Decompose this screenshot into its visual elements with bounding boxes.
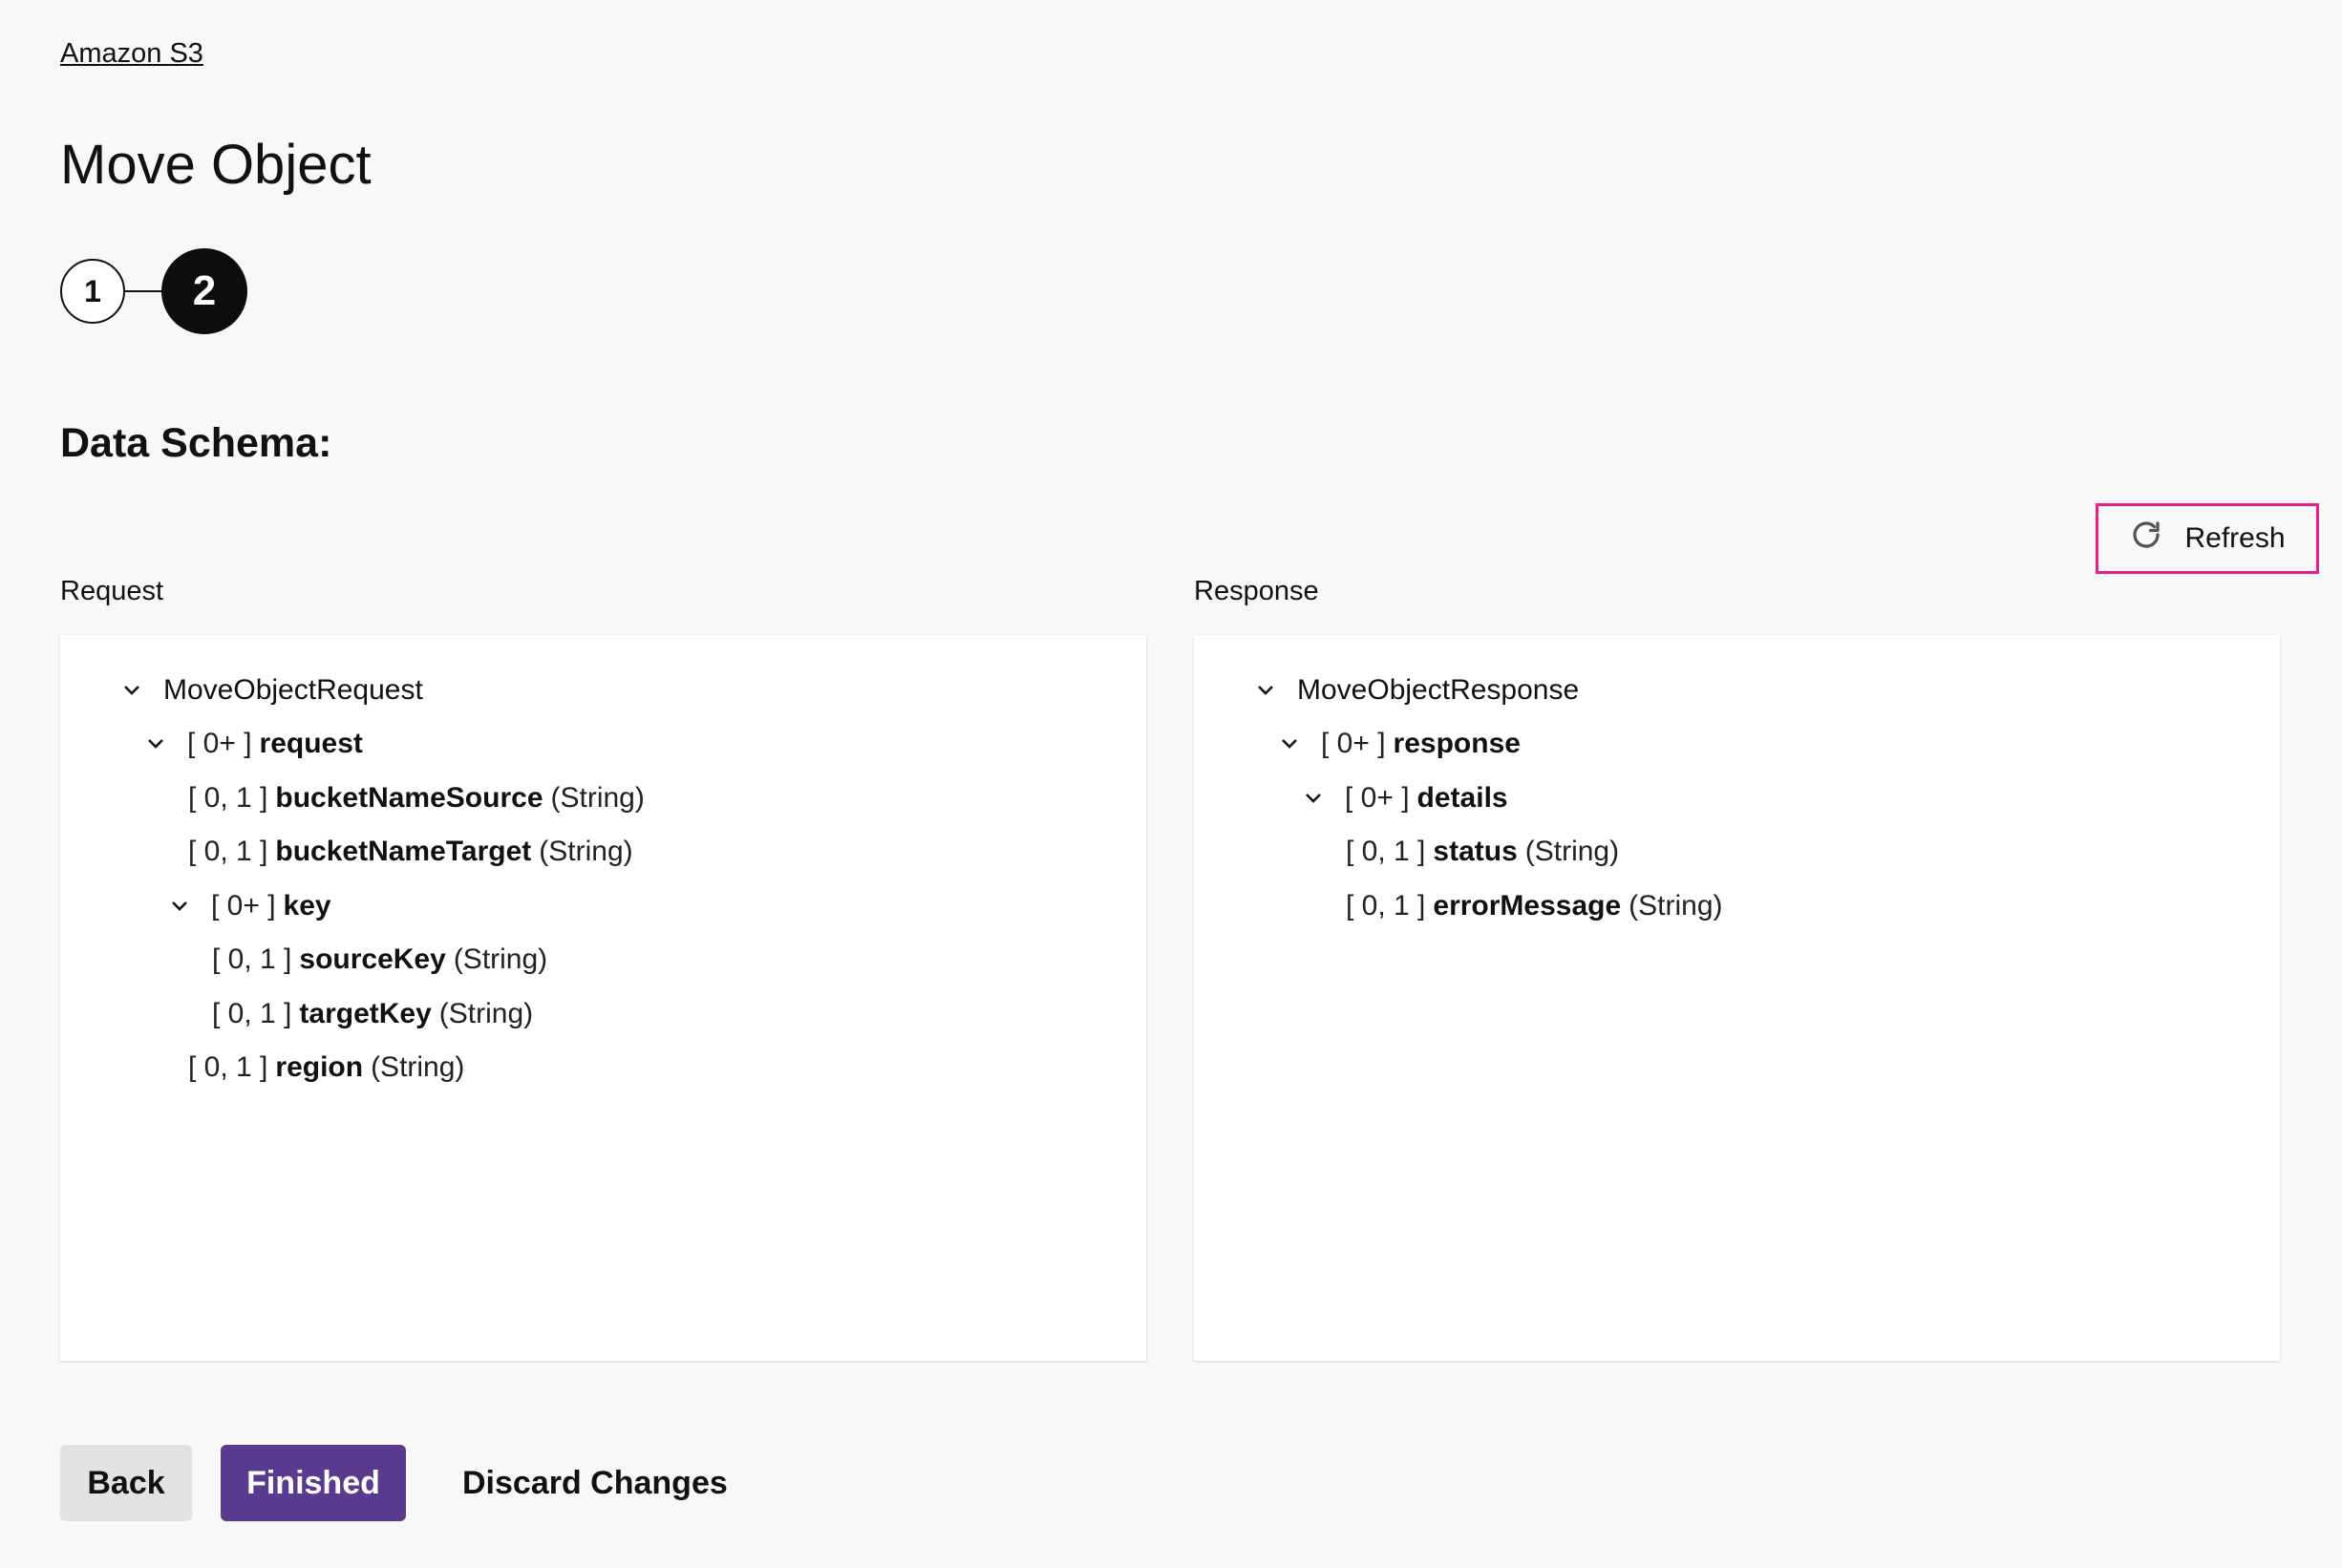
tree-node: [ 0+ ] key [165,885,339,927]
tree-node: [ 0+ ] details [1299,777,1516,819]
node-cardinality: [ 0+ ] [1321,728,1386,759]
tree-node-root: MoveObjectRequest [117,669,423,711]
tree-node: [ 0, 1 ] sourceKey (String) [212,939,547,981]
response-label: Response [1194,576,1319,606]
request-label: Request [60,576,164,606]
node-type: (String) [1629,890,1723,922]
chevron-down-icon[interactable] [1275,730,1304,758]
back-button[interactable]: Back [60,1445,192,1521]
node-type: (String) [539,836,633,867]
node-name: MoveObjectRequest [163,674,423,706]
refresh-label: Refresh [2184,522,2286,554]
node-name: bucketNameTarget [275,836,532,867]
tree-node: [ 0, 1 ] bucketNameTarget (String) [188,831,633,873]
node-name: MoveObjectResponse [1297,674,1580,706]
chevron-down-icon[interactable] [165,892,194,921]
node-cardinality: [ 0, 1 ] [1346,836,1426,867]
tree-node-root: MoveObjectResponse [1251,669,1579,711]
stepper: 1 2 [60,248,247,334]
step-1[interactable]: 1 [60,259,125,324]
node-cardinality: [ 0, 1 ] [188,782,268,814]
node-name: response [1393,728,1521,759]
chevron-down-icon[interactable] [1299,784,1328,813]
node-type: (String) [371,1051,465,1083]
node-name: key [283,890,331,922]
node-type: (String) [453,943,548,975]
tree-node: [ 0, 1 ] targetKey (String) [212,993,533,1035]
step-connector [125,290,161,292]
tree-node: [ 0, 1 ] errorMessage (String) [1346,885,1723,927]
request-schema-panel: MoveObjectRequest [ 0+ ] request [ 0, 1 … [60,635,1146,1361]
refresh-icon [2129,518,2163,560]
node-cardinality: [ 0, 1 ] [188,1051,268,1083]
node-name: sourceKey [299,943,446,975]
tree-node: [ 0+ ] request [141,723,371,765]
node-cardinality: [ 0, 1 ] [212,943,292,975]
node-name: status [1433,836,1518,867]
tree-node: [ 0, 1 ] bucketNameSource (String) [188,777,645,819]
node-cardinality: [ 0, 1 ] [1346,890,1426,922]
chevron-down-icon[interactable] [1251,676,1280,705]
node-name: region [275,1051,364,1083]
chevron-down-icon[interactable] [141,730,170,758]
node-cardinality: [ 0+ ] [211,890,276,922]
step-2[interactable]: 2 [161,248,247,334]
chevron-down-icon[interactable] [117,676,146,705]
node-name: bucketNameSource [275,782,543,814]
node-cardinality: [ 0+ ] [187,728,252,759]
finished-button[interactable]: Finished [221,1445,406,1521]
node-type: (String) [438,998,534,1029]
node-cardinality: [ 0, 1 ] [212,998,292,1029]
node-name: details [1416,782,1508,814]
data-schema-title: Data Schema: [60,420,332,466]
node-cardinality: [ 0+ ] [1345,782,1410,814]
node-name: errorMessage [1433,890,1622,922]
tree-node: [ 0, 1 ] status (String) [1346,831,1619,873]
node-name: targetKey [299,998,432,1029]
refresh-button[interactable]: Refresh [2096,503,2319,574]
response-schema-panel: MoveObjectResponse [ 0+ ] response [ 0+ … [1194,635,2280,1361]
breadcrumb-amazon-s3[interactable]: Amazon S3 [60,38,203,70]
tree-node: [ 0, 1 ] region (String) [188,1047,464,1089]
tree-node: [ 0+ ] response [1275,723,1528,765]
page-title: Move Object [60,134,372,196]
node-type: (String) [1524,836,1620,867]
discard-changes-button[interactable]: Discard Changes [462,1445,728,1521]
node-type: (String) [550,782,645,814]
node-cardinality: [ 0, 1 ] [188,836,268,867]
node-name: request [259,728,363,759]
